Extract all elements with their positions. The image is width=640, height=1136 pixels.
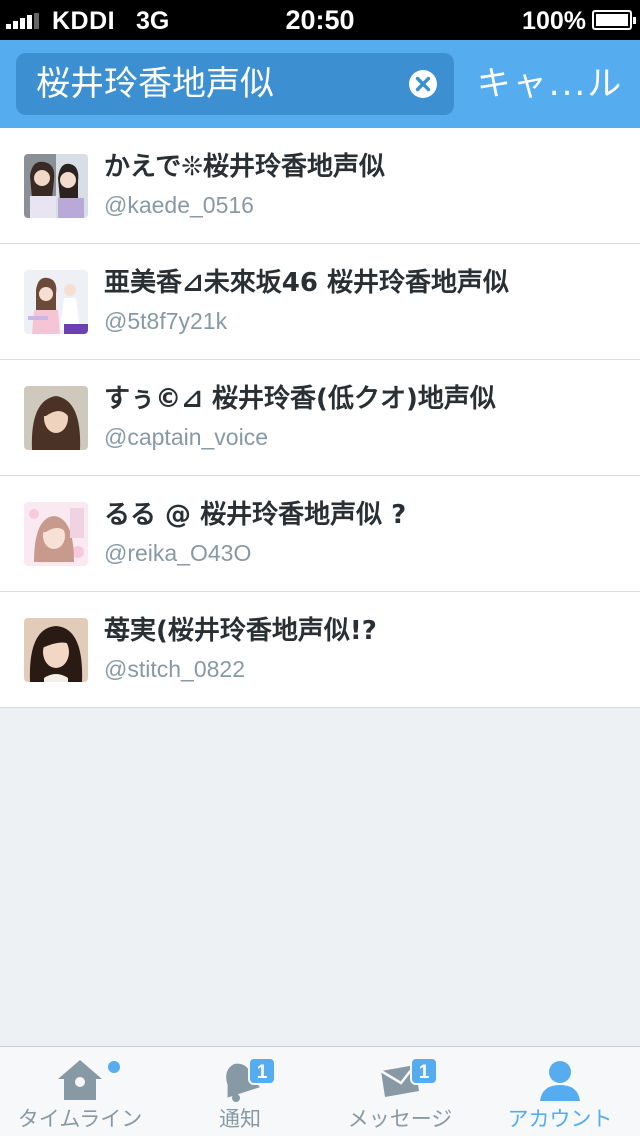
display-name: 亜美香⊿未來坂46 桜井玲香地声似 bbox=[104, 268, 510, 298]
tab-account[interactable]: アカウント bbox=[480, 1047, 640, 1136]
user-result-row[interactable]: かえで❊桜井玲香地声似 @kaede_0516 bbox=[0, 128, 640, 244]
avatar[interactable] bbox=[24, 502, 88, 566]
avatar[interactable] bbox=[24, 386, 88, 450]
user-result-row[interactable]: 苺実(桜井玲香地声似!? @stitch_0822 bbox=[0, 592, 640, 708]
display-name: すぅ©⊿ 桜井玲香(低クオ)地声似 bbox=[104, 384, 496, 414]
display-name: 苺実(桜井玲香地声似!? bbox=[104, 616, 377, 646]
person-icon bbox=[540, 1061, 580, 1101]
username-handle: @stitch_0822 bbox=[104, 656, 245, 682]
tab-timeline[interactable]: タイムライン bbox=[0, 1047, 160, 1136]
search-input[interactable]: 桜井玲香地声似 bbox=[16, 53, 454, 115]
username-handle: @kaede_0516 bbox=[104, 192, 254, 218]
user-result-row[interactable]: すぅ©⊿ 桜井玲香(低クオ)地声似 @captain_voice bbox=[0, 360, 640, 476]
status-bar: KDDI 3G 20:50 100% bbox=[0, 0, 640, 40]
tab-label: アカウント bbox=[507, 1107, 613, 1131]
cancel-button[interactable]: キャ...ル bbox=[466, 53, 634, 115]
display-name: るる @ 桜井玲香地声似 ? bbox=[104, 500, 407, 530]
username-handle: @reika_O43O bbox=[104, 540, 252, 566]
tab-notifications[interactable]: 1 通知 bbox=[160, 1047, 320, 1136]
tab-messages[interactable]: 1 メッセージ bbox=[320, 1047, 480, 1136]
tab-label: 通知 bbox=[219, 1107, 261, 1131]
search-query-text[interactable]: 桜井玲香地声似 bbox=[36, 63, 274, 105]
tab-bar: タイムライン 1 通知 1 メッセージ アカウント bbox=[0, 1046, 640, 1136]
battery-percentage: 100% bbox=[522, 7, 586, 35]
search-results-list: かえで❊桜井玲香地声似 @kaede_0516 亜美香⊿未來坂46 桜井玲香地声… bbox=[0, 128, 640, 708]
search-header: 桜井玲香地声似 キャ...ル bbox=[0, 40, 640, 128]
clear-icon[interactable] bbox=[408, 69, 438, 99]
unread-dot bbox=[108, 1061, 120, 1073]
user-result-row[interactable]: るる @ 桜井玲香地声似 ? @reika_O43O bbox=[0, 476, 640, 592]
tab-label: タイムライン bbox=[17, 1107, 143, 1131]
username-handle: @captain_voice bbox=[104, 424, 268, 450]
messages-badge: 1 bbox=[410, 1057, 438, 1085]
tab-label: メッセージ bbox=[347, 1107, 453, 1131]
home-icon bbox=[58, 1060, 102, 1100]
notifications-badge: 1 bbox=[248, 1057, 276, 1085]
avatar[interactable] bbox=[24, 154, 88, 218]
avatar[interactable] bbox=[24, 270, 88, 334]
user-result-row[interactable]: 亜美香⊿未來坂46 桜井玲香地声似 @5t8f7y21k bbox=[0, 244, 640, 360]
battery-icon bbox=[592, 10, 636, 30]
username-handle: @5t8f7y21k bbox=[104, 308, 228, 334]
avatar[interactable] bbox=[24, 618, 88, 682]
display-name: かえで❊桜井玲香地声似 bbox=[104, 152, 386, 182]
